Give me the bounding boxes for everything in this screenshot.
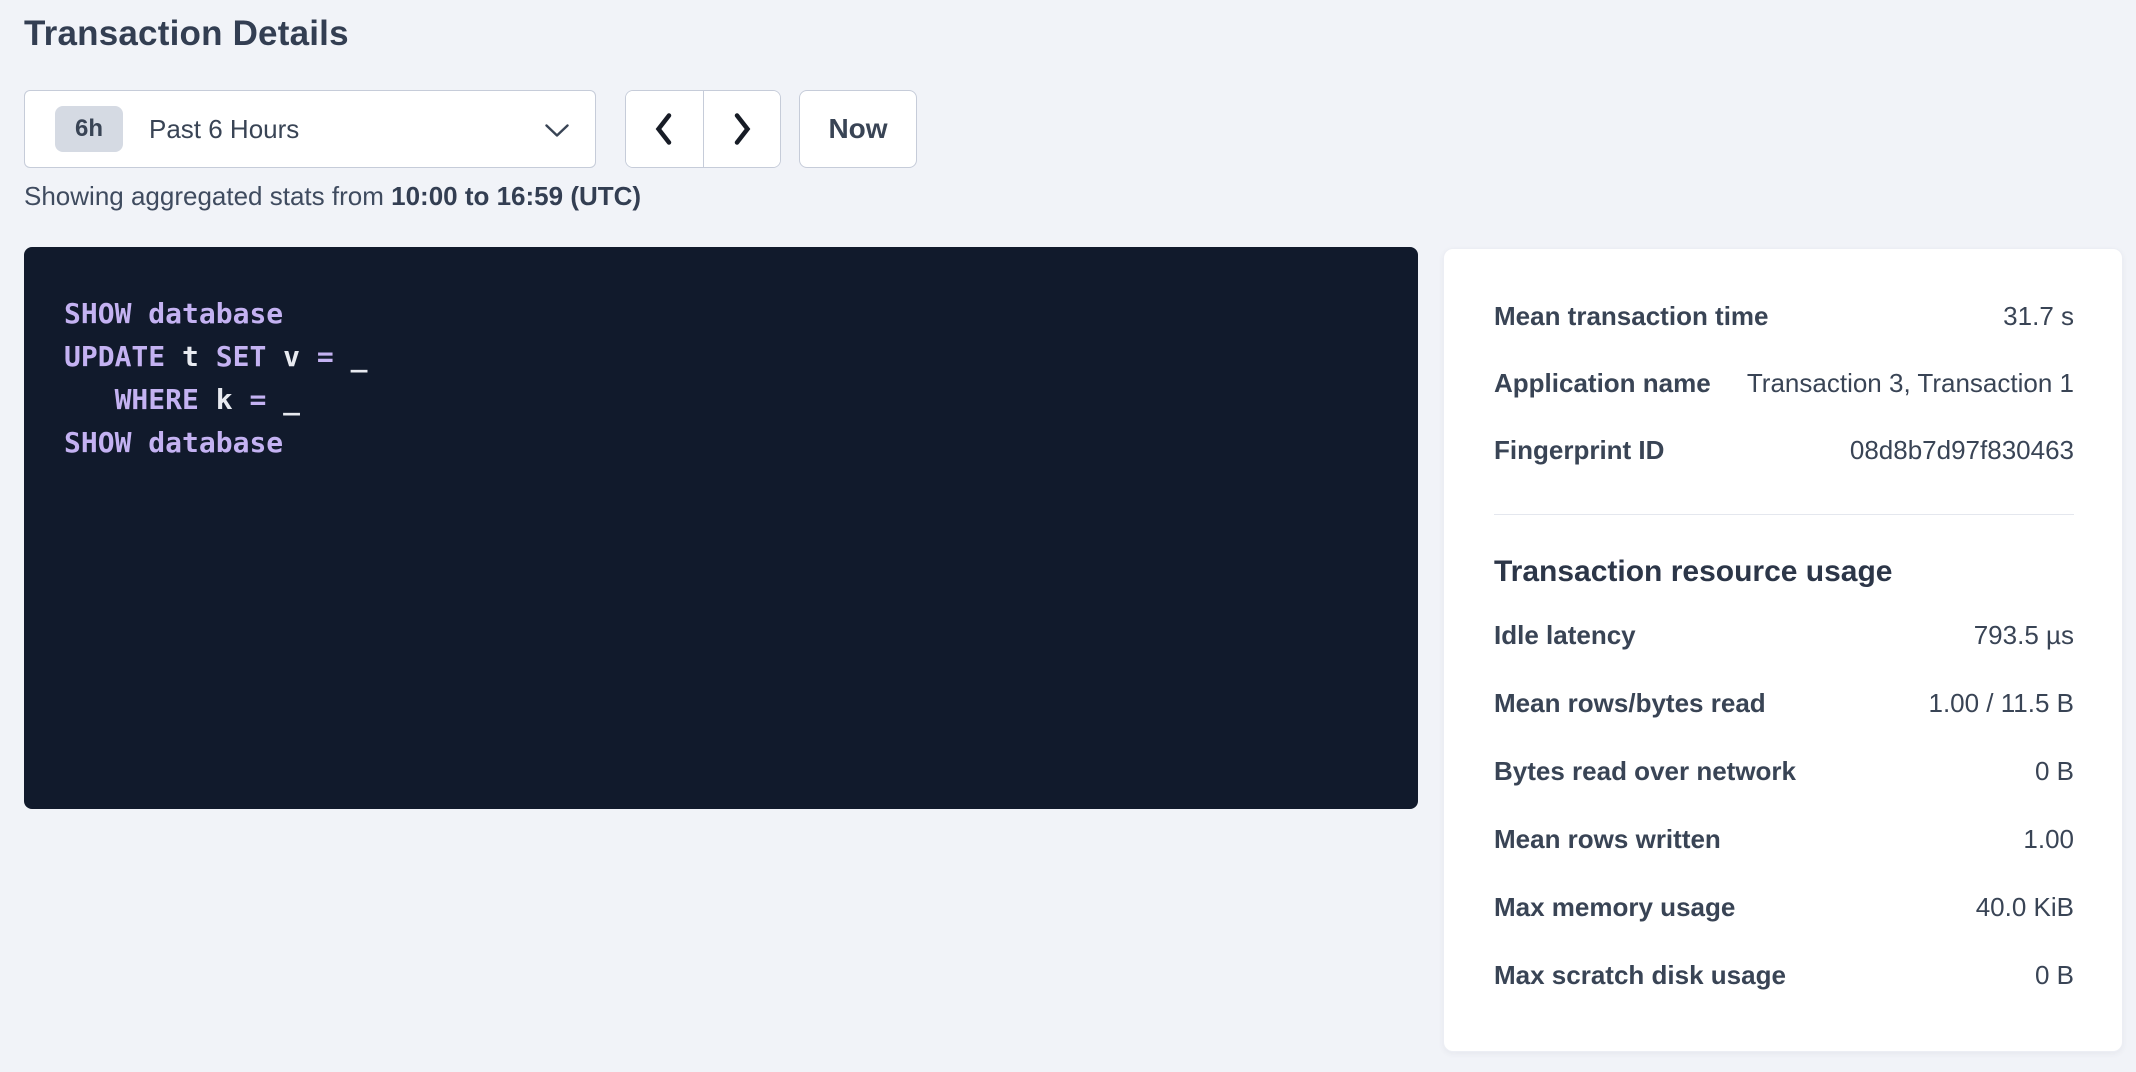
page-title: Transaction Details bbox=[24, 14, 349, 54]
stat-row-fingerprint-id: Fingerprint ID 08d8b7d97f830463 bbox=[1494, 417, 2074, 484]
sql-identifier: t bbox=[182, 340, 216, 373]
transaction-details-page: Transaction Details 6h Past 6 Hours Now … bbox=[0, 0, 2136, 1072]
sql-identifier: v bbox=[283, 340, 317, 373]
stat-value: 08d8b7d97f830463 bbox=[1850, 435, 2074, 466]
resource-usage-section: Idle latency 793.5 µs Mean rows/bytes re… bbox=[1494, 601, 2074, 1009]
sql-line: SHOW database bbox=[64, 421, 1378, 464]
time-controls: 6h Past 6 Hours Now bbox=[24, 90, 917, 168]
stat-label: Application name bbox=[1494, 368, 1711, 399]
stat-row-mean-transaction-time: Mean transaction time 31.7 s bbox=[1494, 283, 2074, 350]
sql-keyword: database bbox=[148, 426, 283, 459]
aggregation-period-prefix: Showing aggregated stats from bbox=[24, 181, 391, 211]
chevron-left-icon bbox=[653, 112, 675, 146]
stat-value: 1.00 bbox=[2023, 824, 2074, 855]
divider bbox=[1494, 514, 2074, 515]
stat-row-mean-rows-bytes-read: Mean rows/bytes read 1.00 / 11.5 B bbox=[1494, 669, 2074, 737]
stat-label: Mean rows written bbox=[1494, 824, 1721, 855]
sql-placeholder: _ bbox=[351, 340, 368, 373]
chevron-down-icon bbox=[545, 124, 569, 138]
sql-keyword: SHOW bbox=[64, 426, 148, 459]
sql-keyword: database bbox=[148, 297, 283, 330]
summary-section: Mean transaction time 31.7 s Application… bbox=[1494, 283, 2074, 484]
time-nav-group bbox=[625, 90, 781, 168]
stat-row-idle-latency: Idle latency 793.5 µs bbox=[1494, 601, 2074, 669]
sql-line: SHOW database bbox=[64, 292, 1378, 335]
stat-value: 0 B bbox=[2035, 960, 2074, 991]
sql-operator: = bbox=[249, 383, 283, 416]
resource-usage-heading: Transaction resource usage bbox=[1494, 555, 2074, 589]
time-range-badge: 6h bbox=[55, 106, 123, 152]
next-interval-button[interactable] bbox=[704, 91, 781, 167]
stat-label: Mean transaction time bbox=[1494, 301, 1769, 332]
sql-statement-box: SHOW database UPDATE t SET v = _ WHERE k… bbox=[24, 247, 1418, 809]
stat-label: Mean rows/bytes read bbox=[1494, 688, 1766, 719]
stat-row-application-name: Application name Transaction 3, Transact… bbox=[1494, 350, 2074, 417]
sql-identifier: k bbox=[216, 383, 250, 416]
sql-keyword: SHOW bbox=[64, 297, 148, 330]
sql-keyword: SET bbox=[216, 340, 283, 373]
stat-value: 0 B bbox=[2035, 756, 2074, 787]
sql-operator: = bbox=[317, 340, 351, 373]
transaction-stats-card: Mean transaction time 31.7 s Application… bbox=[1443, 248, 2123, 1052]
stat-value: 40.0 KiB bbox=[1976, 892, 2074, 923]
stat-label: Max memory usage bbox=[1494, 892, 1735, 923]
prev-interval-button[interactable] bbox=[626, 91, 704, 167]
sql-line: UPDATE t SET v = _ bbox=[64, 335, 1378, 378]
stat-label: Fingerprint ID bbox=[1494, 435, 1664, 466]
stat-value: 1.00 / 11.5 B bbox=[1928, 688, 2074, 719]
now-button[interactable]: Now bbox=[799, 90, 917, 168]
stat-label: Idle latency bbox=[1494, 620, 1636, 651]
stat-label: Bytes read over network bbox=[1494, 756, 1796, 787]
stat-row-mean-rows-written: Mean rows written 1.00 bbox=[1494, 805, 2074, 873]
time-range-label: Past 6 Hours bbox=[149, 114, 299, 145]
stat-value: Transaction 3, Transaction 1 bbox=[1747, 368, 2074, 399]
time-range-dropdown[interactable]: 6h Past 6 Hours bbox=[24, 90, 596, 168]
stat-value: 31.7 s bbox=[2003, 301, 2074, 332]
stat-row-bytes-read-over-network: Bytes read over network 0 B bbox=[1494, 737, 2074, 805]
sql-placeholder: _ bbox=[283, 383, 300, 416]
stat-row-max-scratch-disk-usage: Max scratch disk usage 0 B bbox=[1494, 941, 2074, 1009]
stat-value: 793.5 µs bbox=[1974, 620, 2074, 651]
chevron-right-icon bbox=[731, 112, 753, 146]
stat-row-max-memory-usage: Max memory usage 40.0 KiB bbox=[1494, 873, 2074, 941]
sql-keyword: WHERE bbox=[64, 383, 216, 416]
aggregation-period-range: 10:00 to 16:59 (UTC) bbox=[391, 181, 641, 211]
sql-line: WHERE k = _ bbox=[64, 378, 1378, 421]
sql-keyword: UPDATE bbox=[64, 340, 182, 373]
aggregation-period-text: Showing aggregated stats from 10:00 to 1… bbox=[24, 181, 641, 211]
stat-label: Max scratch disk usage bbox=[1494, 960, 1786, 991]
